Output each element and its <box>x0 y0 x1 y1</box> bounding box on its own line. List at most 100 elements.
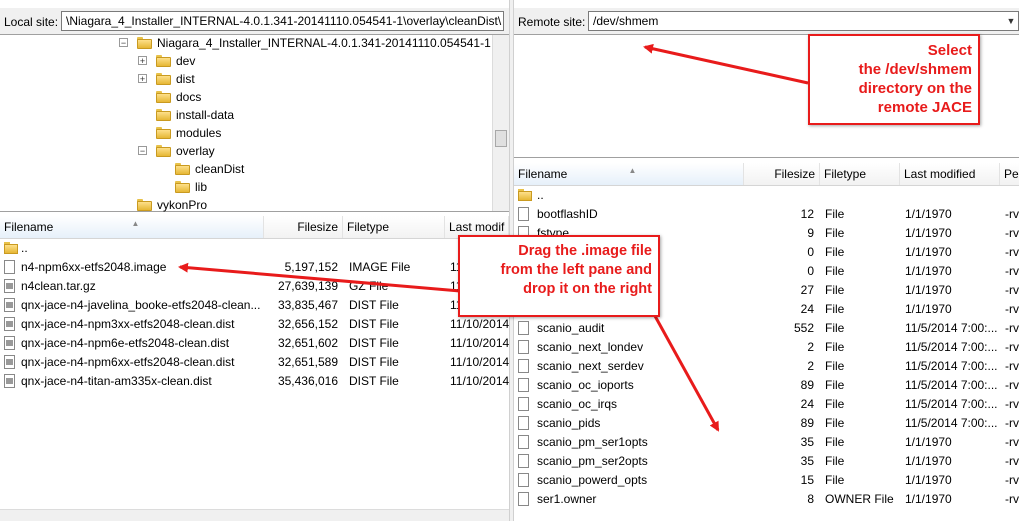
tree-node[interactable]: install-data <box>0 106 509 124</box>
remote-col-filename[interactable]: ▲ Filename <box>514 163 744 185</box>
file-row[interactable]: scanio_pids 89 File 11/5/2014 7:00:... -rv <box>514 414 1019 433</box>
expand-icon[interactable]: + <box>138 56 147 66</box>
file-type: DIST File <box>349 374 399 388</box>
file-type: File <box>825 416 845 430</box>
file-row[interactable]: scanio_audit 552 File 11/5/2014 7:00:... -rv <box>514 319 1019 338</box>
file-row[interactable]: qnx-jace-n4-npm3xx-etfs2048-clean.dist 32… <box>0 315 509 334</box>
remote-site-path-input[interactable]: /dev/shmem <box>588 11 1019 31</box>
tree-node-label: lib <box>195 180 208 194</box>
file-name: scanio_pids <box>537 416 601 430</box>
file-name: .. <box>537 188 544 202</box>
file-size: 15 <box>800 473 814 487</box>
file-name: scanio_pm_ser2opts <box>537 454 648 468</box>
file-type: File <box>825 473 845 487</box>
remote-col-filesize[interactable]: Filesize <box>744 163 820 185</box>
expand-icon[interactable]: + <box>138 74 147 84</box>
file-row[interactable]: ser1.owner 8 OWNER File 1/1/1970 -rv <box>514 490 1019 509</box>
file-row[interactable]: scanio_oc_ioports 89 File 11/5/2014 7:00:..… <box>514 376 1019 395</box>
folder-icon <box>156 127 171 139</box>
file-modified: 1/1/1970 <box>905 283 952 297</box>
file-type: File <box>825 207 845 221</box>
local-col-filename[interactable]: ▲ Filename <box>0 216 264 238</box>
tree-node[interactable]: − overlay <box>0 142 509 160</box>
file-type: File <box>825 226 845 240</box>
file-row[interactable]: .. <box>0 239 509 258</box>
collapse-icon[interactable]: − <box>138 146 147 156</box>
tree-node[interactable]: +niagara <box>514 143 1019 161</box>
file-permissions: -rv <box>1005 207 1019 221</box>
file-row[interactable]: n4clean.tar.gz 27,639,139 GZ File 11 <box>0 277 509 296</box>
local-file-list-header: ▲ Filename Filesize Filetype Last modif <box>0 216 509 239</box>
file-icon <box>518 473 529 487</box>
file-icon <box>518 454 529 468</box>
tree-node[interactable]: lib <box>0 178 509 196</box>
local-list-hscrollbar[interactable] <box>0 509 509 521</box>
file-row[interactable]: bootflashID 12 File 1/1/1970 -rv <box>514 205 1019 224</box>
file-row[interactable]: qnx-jace-n4-javelina_booke-etfs2048-clea… <box>0 296 509 315</box>
file-modified: 11/5/2014 7:00:... <box>905 359 998 373</box>
file-type: File <box>825 283 845 297</box>
remote-col-filetype[interactable]: Filetype <box>820 163 900 185</box>
file-row[interactable]: scanio_powerd_opts 15 File 1/1/1970 -rv <box>514 471 1019 490</box>
file-icon <box>518 435 529 449</box>
tree-node[interactable]: + dist <box>0 70 509 88</box>
folder-icon <box>156 73 171 85</box>
file-name: scanio_audit <box>537 321 605 335</box>
file-name: qnx-jace-n4-npm3xx-etfs2048-clean.dist <box>21 317 235 331</box>
local-site-path-input[interactable]: \Niagara_4_Installer_INTERNAL-4.0.1.341-… <box>61 11 504 31</box>
file-name: bootflashID <box>537 207 598 221</box>
local-col-filesize[interactable]: Filesize <box>264 216 343 238</box>
file-row[interactable]: n4-npm6xx-etfs2048.image 5,197,152 IMAGE F… <box>0 258 509 277</box>
file-size: 32,656,152 <box>277 317 338 331</box>
file-icon <box>518 397 529 411</box>
file-icon <box>518 207 529 221</box>
file-modified: 1/1/1970 <box>905 264 952 278</box>
file-row[interactable]: qnx-jace-n4-npm6e-etfs2048-clean.dist 32,… <box>0 334 509 353</box>
chevron-down-icon[interactable]: ▼ <box>1004 11 1018 31</box>
file-icon <box>4 336 15 350</box>
file-size: 0 <box>807 264 814 278</box>
file-modified: 11/5/2014 7:00:... <box>905 321 998 335</box>
tree-node[interactable]: − Niagara_4_Installer_INTERNAL-4.0.1.341-… <box>0 34 509 52</box>
file-type: File <box>825 321 845 335</box>
file-permissions: -rv <box>1005 397 1019 411</box>
file-name: .. <box>21 241 28 255</box>
file-size: 35,436,016 <box>277 374 338 388</box>
file-row[interactable]: scanio_next_serdev 2 File 11/5/2014 7:00:..… <box>514 357 1019 376</box>
file-name: scanio_powerd_opts <box>537 473 648 487</box>
remote-col-permissions[interactable]: Pe <box>1000 163 1019 185</box>
tree-node[interactable]: cleanDist <box>0 160 509 178</box>
remote-site-bar: Remote site: /dev/shmem ▼ <box>514 8 1019 34</box>
file-row[interactable]: .. <box>514 186 1019 205</box>
local-col-filetype[interactable]: Filetype <box>343 216 445 238</box>
file-row[interactable]: scanio_next_londev 2 File 11/5/2014 7:00:..… <box>514 338 1019 357</box>
file-icon <box>518 321 529 335</box>
remote-col-last-modified[interactable]: Last modified <box>900 163 1000 185</box>
file-modified: 11/10/2014 <box>450 355 509 369</box>
file-icon <box>518 378 529 392</box>
file-name: scanio_oc_ioports <box>537 378 634 392</box>
tree-node[interactable]: + dev <box>0 52 509 70</box>
local-file-list: .. n4-npm6xx-etfs2048.image 5,197,152 IMAGE… <box>0 239 509 509</box>
file-icon <box>4 317 15 331</box>
file-icon <box>518 492 529 506</box>
tree-node[interactable]: vykonPro <box>0 196 509 214</box>
file-row[interactable]: scanio_oc_irqs 24 File 11/5/2014 7:00:... -r… <box>514 395 1019 414</box>
file-type: OWNER File <box>825 492 894 506</box>
collapse-icon[interactable]: − <box>119 38 128 48</box>
file-row[interactable]: scanio_pm_ser2opts 35 File 1/1/1970 -rv <box>514 452 1019 471</box>
file-size: 27 <box>800 283 814 297</box>
tree-node[interactable]: −home <box>514 125 1019 143</box>
file-name: scanio_next_serdev <box>537 359 644 373</box>
drag-file-callout: Drag the .image file from the left pane … <box>458 235 660 317</box>
tree-node[interactable]: docs <box>0 88 509 106</box>
file-permissions: -rv <box>1005 435 1019 449</box>
tree-node[interactable]: modules <box>0 124 509 142</box>
file-row[interactable]: qnx-jace-n4-titan-am335x-clean.dist 35,43… <box>0 372 509 391</box>
file-row[interactable]: scanio_pm_ser1opts 35 File 1/1/1970 -rv <box>514 433 1019 452</box>
file-permissions: -rv <box>1005 302 1019 316</box>
file-size: 12 <box>800 207 814 221</box>
local-site-label: Local site: <box>4 15 59 29</box>
file-row[interactable]: qnx-jace-n4-npm6xx-etfs2048-clean.dist 32… <box>0 353 509 372</box>
file-type: DIST File <box>349 317 399 331</box>
